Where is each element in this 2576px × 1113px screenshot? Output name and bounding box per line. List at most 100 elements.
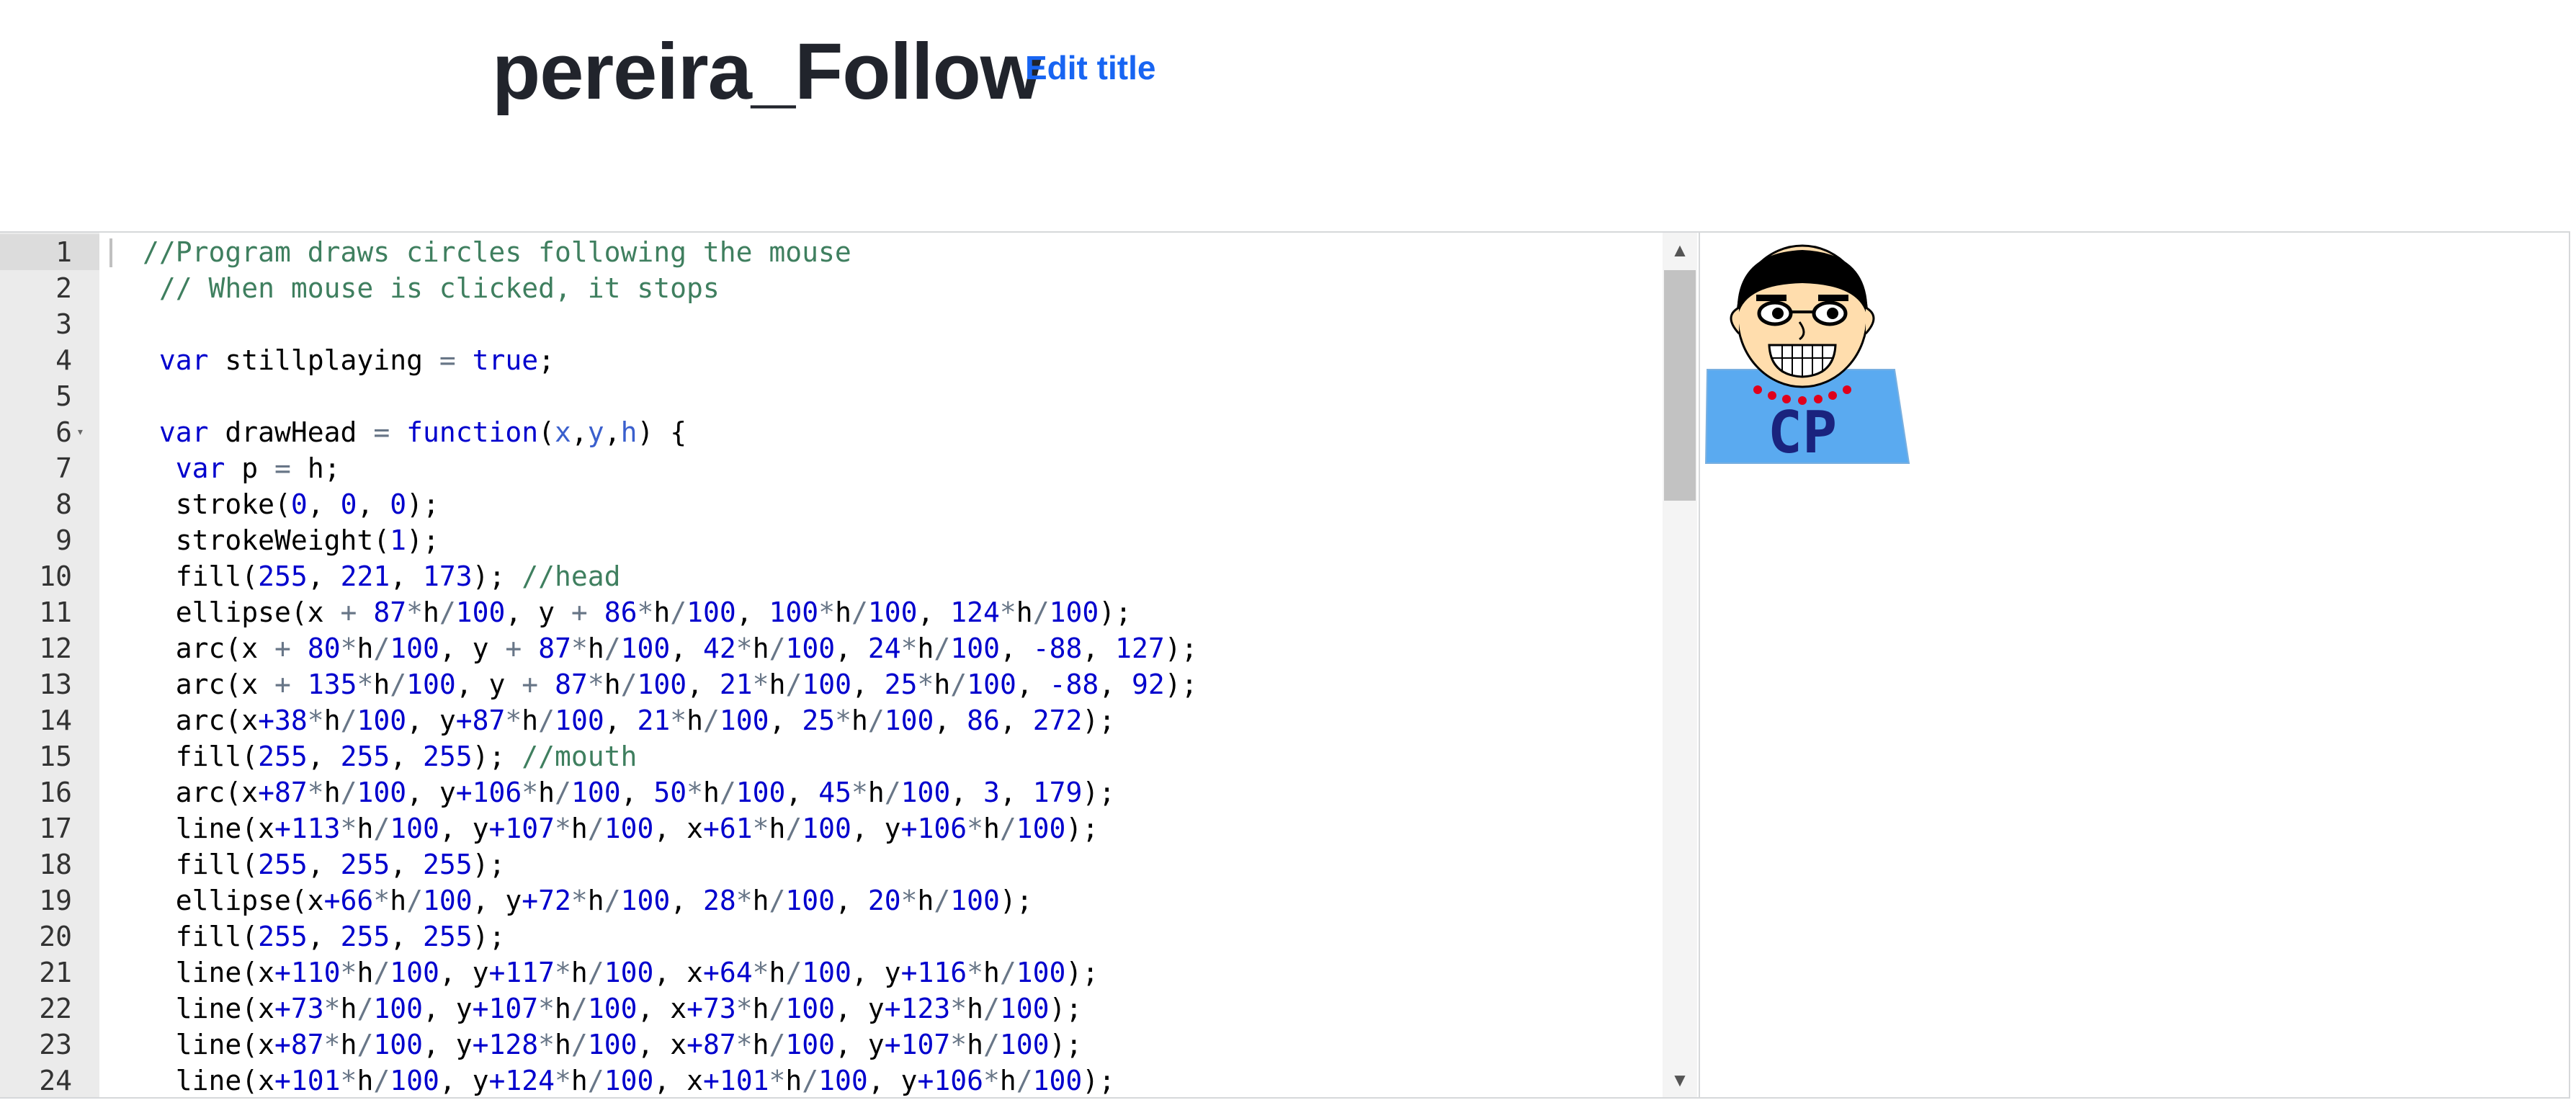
code-token: / xyxy=(357,993,374,1024)
line-number-text: 21 xyxy=(39,957,72,988)
code-token: 100 xyxy=(373,1029,423,1060)
code-token: , xyxy=(835,633,868,664)
code-line[interactable]: var p = h; xyxy=(143,450,1663,486)
code-line[interactable]: var drawHead = function(x,y,h) { xyxy=(143,414,1663,450)
code-token: / xyxy=(373,1065,390,1096)
line-number-text: 12 xyxy=(39,633,72,664)
code-token: , xyxy=(851,669,885,700)
code-token: 45 xyxy=(818,777,851,808)
code-token: +106 xyxy=(455,777,522,808)
left-eyebrow xyxy=(1756,295,1786,301)
code-token: 0 xyxy=(390,488,407,520)
code-token: h xyxy=(1016,596,1033,628)
code-token: ); xyxy=(1099,596,1132,628)
code-line[interactable] xyxy=(143,306,1663,342)
code-token: , y xyxy=(439,957,489,988)
code-token: h xyxy=(571,1065,588,1096)
line-number: 23 xyxy=(0,1027,72,1063)
code-token: h xyxy=(340,993,357,1024)
code-token: * xyxy=(307,777,324,808)
code-token: 100 xyxy=(455,596,506,628)
code-token: , xyxy=(950,777,984,808)
code-line[interactable]: arc(x + 135*h/100, y + 87*h/100, 21*h/10… xyxy=(143,666,1663,702)
code-token: , xyxy=(1099,669,1132,700)
code-token: , y xyxy=(455,669,522,700)
code-line[interactable]: line(x+101*h/100, y+124*h/100, x+101*h/1… xyxy=(143,1063,1663,1097)
code-token: / xyxy=(406,885,423,916)
code-token: , x xyxy=(653,1065,703,1096)
code-token: / xyxy=(1032,596,1050,628)
code-token: ); xyxy=(472,560,522,592)
code-token: 100 xyxy=(373,993,423,1024)
code-editor[interactable]: 1 2 3 4 5 6 ▾ 7 8 9 10 11 12 13 14 15 16 17 18 19 20 21 22 23 24… xyxy=(0,233,1699,1097)
edit-title-link[interactable]: Edit title xyxy=(1025,45,1155,91)
code-line[interactable]: ellipse(x+66*h/100, y+72*h/100, 28*h/100… xyxy=(143,882,1663,918)
line-number: 15 xyxy=(0,738,72,774)
code-token: ); xyxy=(1065,957,1099,988)
code-line[interactable]: fill(255, 221, 173); //head xyxy=(143,558,1663,594)
code-line[interactable]: fill(255, 255, 255); xyxy=(143,918,1663,955)
scrollbar-thumb[interactable] xyxy=(1664,270,1696,501)
code-line[interactable]: arc(x+87*h/100, y+106*h/100, 50*h/100, 4… xyxy=(143,774,1663,810)
code-token: * xyxy=(769,1065,786,1096)
output-canvas[interactable]: CP xyxy=(1700,233,2569,1097)
code-line[interactable]: line(x+110*h/100, y+117*h/100, x+64*h/10… xyxy=(143,955,1663,991)
code-token: h xyxy=(357,1065,374,1096)
code-token: +73 xyxy=(687,993,736,1024)
code-line[interactable]: stroke(0, 0, 0); xyxy=(143,486,1663,522)
code-token: * xyxy=(373,885,390,916)
code-token: 100 xyxy=(390,1065,439,1096)
code-line[interactable]: line(x+87*h/100, y+128*h/100, x+87*h/100… xyxy=(143,1027,1663,1063)
line-number-text: 22 xyxy=(39,993,72,1024)
code-line[interactable]: fill(255, 255, 255); //mouth xyxy=(143,738,1663,774)
code-line[interactable]: ellipse(x + 87*h/100, y + 86*h/100, 100*… xyxy=(143,594,1663,630)
canvas-drawing: CP xyxy=(1704,244,1910,466)
code-token: * xyxy=(851,777,868,808)
code-token: 87 xyxy=(555,669,588,700)
line-number: 22 xyxy=(0,991,72,1027)
code-lines[interactable]: //Program draws circles following the mo… xyxy=(143,234,1663,1097)
code-token: 100 xyxy=(999,1029,1050,1060)
editor-scrollbar[interactable]: ▲ ▼ xyxy=(1663,233,1697,1097)
code-token: * xyxy=(555,813,571,844)
code-token: line(x xyxy=(143,993,275,1024)
code-line[interactable]: fill(255, 255, 255); xyxy=(143,846,1663,882)
code-line[interactable]: arc(x+38*h/100, y+87*h/100, 21*h/100, 25… xyxy=(143,702,1663,738)
code-token: h xyxy=(357,813,374,844)
code-line[interactable]: line(x+73*h/100, y+107*h/100, x+73*h/100… xyxy=(143,991,1663,1027)
line-number: 6 ▾ xyxy=(0,414,84,450)
code-token: line(x xyxy=(143,1065,275,1096)
code-token: var xyxy=(158,416,209,448)
code-token: 100 xyxy=(967,669,1016,700)
code-token: +101 xyxy=(274,1065,341,1096)
code-token: / xyxy=(867,705,885,736)
code-token: 255 xyxy=(258,741,308,772)
code-token: , y xyxy=(439,813,489,844)
code-token: 50 xyxy=(653,777,687,808)
code-line[interactable]: //Program draws circles following the mo… xyxy=(143,234,1663,270)
code-token: +73 xyxy=(274,993,324,1024)
code-token: / xyxy=(571,1029,588,1060)
code-token: x xyxy=(555,416,571,448)
code-line[interactable]: line(x+113*h/100, y+107*h/100, x+61*h/10… xyxy=(143,810,1663,846)
code-line[interactable]: // When mouse is clicked, it stops xyxy=(143,270,1663,306)
code-line[interactable]: strokeWeight(1); xyxy=(143,522,1663,558)
code-token: , xyxy=(571,416,588,448)
code-token: , xyxy=(390,741,423,772)
code-token: , xyxy=(670,633,704,664)
scroll-up-arrow-icon[interactable]: ▲ xyxy=(1663,233,1697,267)
line-number: 13 xyxy=(0,666,72,702)
code-token: * xyxy=(752,669,769,700)
code-token: / xyxy=(884,777,901,808)
code-line[interactable] xyxy=(143,378,1663,414)
code-token: h xyxy=(357,633,374,664)
code-line[interactable]: arc(x + 80*h/100, y + 87*h/100, 42*h/100… xyxy=(143,630,1663,666)
fold-arrow-icon[interactable]: ▾ xyxy=(76,414,84,450)
code-token: +117 xyxy=(488,957,555,988)
code-token: 0 xyxy=(340,488,357,520)
code-token: * xyxy=(323,993,341,1024)
code-token: h xyxy=(340,1029,357,1060)
scroll-down-arrow-icon[interactable]: ▼ xyxy=(1663,1063,1697,1097)
code-line[interactable]: var stillplaying = true; xyxy=(143,342,1663,378)
